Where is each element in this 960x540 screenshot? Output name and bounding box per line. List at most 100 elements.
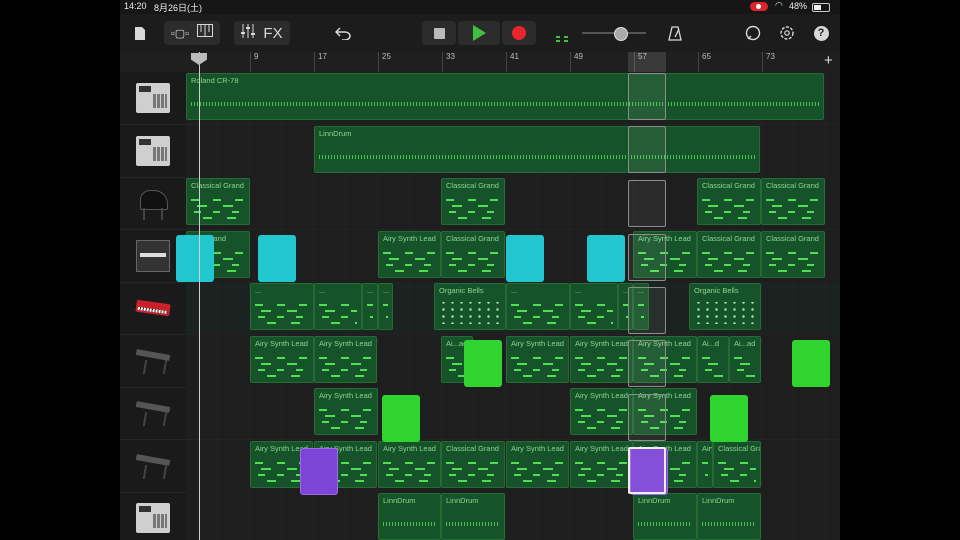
region[interactable]: ...: [250, 283, 314, 330]
region[interactable]: Airy Synth Lead: [506, 335, 569, 383]
region[interactable]: Classical Grand: [761, 230, 825, 278]
region[interactable]: Classical Grand: [186, 178, 250, 225]
browser-icon[interactable]: ▫▢▫: [171, 27, 189, 40]
region[interactable]: Airy Synth Lead: [314, 388, 378, 435]
record-button[interactable]: [502, 21, 536, 45]
track-lane[interactable]: Classical Grand Classical Grand Classical …: [186, 177, 840, 230]
track-lane[interactable]: ............ Organic Bells............ Org…: [186, 282, 840, 335]
cycle-slot[interactable]: [628, 340, 666, 387]
track-header[interactable]: [120, 125, 186, 178]
playhead[interactable]: [199, 52, 200, 540]
live-loop-cell[interactable]: [587, 235, 625, 282]
region[interactable]: Organic Bells: [434, 283, 506, 330]
region[interactable]: ...: [506, 283, 570, 330]
region[interactable]: Airy Synth Lead: [314, 335, 377, 383]
timeline-ruler[interactable]: 9 17 25 33 41 49 57 65 73: [120, 52, 840, 73]
help-icon[interactable]: ?: [810, 21, 832, 45]
region[interactable]: LinnDrum: [378, 493, 441, 540]
region[interactable]: ...: [378, 283, 393, 330]
cycle-slot[interactable]: [628, 126, 666, 173]
live-loop-cell[interactable]: [300, 448, 338, 495]
region[interactable]: Classical Grand: [441, 440, 505, 488]
region[interactable]: Classical Grand: [713, 440, 761, 488]
region-notes: [383, 522, 436, 526]
region[interactable]: Ai...ad: [729, 335, 761, 383]
cycle-slot[interactable]: [628, 234, 666, 281]
region[interactable]: ...: [362, 283, 378, 330]
cycle-slot[interactable]: [628, 73, 666, 120]
help-label: ?: [813, 25, 829, 41]
region-name: Organic Bells: [439, 286, 484, 295]
region[interactable]: Airy Synth Lead: [570, 388, 633, 435]
region[interactable]: Ai...d: [697, 335, 729, 383]
keyboard-icon[interactable]: [197, 24, 214, 42]
region-notes: [511, 354, 564, 377]
fx-button[interactable]: FX: [263, 25, 282, 42]
region[interactable]: Classical Grand: [441, 230, 505, 278]
track-header[interactable]: [120, 492, 186, 540]
live-loop-cell[interactable]: [382, 395, 420, 442]
region[interactable]: Airy Synth Lead: [378, 230, 441, 278]
selected-slot[interactable]: [628, 447, 666, 494]
track-header[interactable]: [120, 72, 186, 125]
live-loop-cell[interactable]: [506, 235, 544, 282]
live-loop-cell[interactable]: [258, 235, 296, 282]
metronome-icon[interactable]: [664, 21, 686, 45]
region[interactable]: LinnDrum: [697, 493, 761, 540]
track-header[interactable]: [120, 282, 186, 335]
tracks-area[interactable]: Roland CR-78 LinnDrum Classical Grand Class…: [186, 72, 840, 540]
live-loop-cell[interactable]: [176, 235, 214, 282]
live-loop-cell[interactable]: [792, 340, 830, 387]
region-name: ...: [575, 286, 582, 295]
track-header[interactable]: [120, 177, 186, 230]
region[interactable]: Organic Bells: [689, 283, 761, 330]
region[interactable]: Airy Synth Lead: [506, 440, 569, 488]
track-lane[interactable]: LinnDrum: [186, 124, 840, 178]
region[interactable]: ...: [570, 283, 618, 330]
region[interactable]: Airy Synth Lead: [570, 335, 633, 383]
region-notes: [702, 197, 756, 219]
region-notes: [383, 459, 436, 482]
track-header[interactable]: [120, 335, 186, 388]
track-lane[interactable]: Airy Synth Lead Airy Synth Lead Ai...ad Air…: [186, 334, 840, 388]
add-section-button[interactable]: +: [824, 52, 833, 69]
live-loop-cell[interactable]: [464, 340, 502, 387]
volume-slider[interactable]: [614, 27, 629, 41]
stop-icon: [433, 27, 445, 39]
synth-stand-icon: [136, 400, 170, 426]
region-notes: [383, 249, 436, 272]
loop-browser-icon[interactable]: [742, 21, 764, 45]
track-header[interactable]: [120, 387, 186, 440]
region[interactable]: Airy Synth Lead: [570, 440, 633, 488]
drum-machine-icon: [136, 83, 170, 113]
undo-icon[interactable]: [332, 21, 354, 45]
settings-icon[interactable]: [776, 21, 798, 45]
track-lane[interactable]: Roland CR-78: [186, 72, 840, 125]
region[interactable]: Classical Grand: [441, 178, 505, 225]
cycle-slot[interactable]: [628, 287, 666, 334]
region[interactable]: Classical Grand: [697, 178, 761, 225]
cycle-slot[interactable]: [628, 394, 666, 441]
track-lane[interactable]: Airy Synth Lead Airy Synth Lead Airy Synth…: [186, 439, 840, 493]
track-lane[interactable]: LinnDrum LinnDrum LinnDrum LinnDrum: [186, 492, 840, 540]
cycle-slot[interactable]: [628, 180, 666, 227]
stop-button[interactable]: [422, 21, 456, 45]
region[interactable]: Airy Synth Lead: [697, 440, 713, 488]
region[interactable]: Classical Grand: [761, 178, 825, 225]
region[interactable]: Airy Synth Lead: [378, 440, 441, 488]
region[interactable]: Classical Grand: [697, 230, 761, 278]
region[interactable]: ...: [314, 283, 362, 330]
mixer-icon[interactable]: [241, 23, 256, 43]
play-button[interactable]: [458, 21, 500, 45]
track-header[interactable]: [120, 440, 186, 493]
region-name: Ai...d: [702, 338, 720, 348]
region[interactable]: LinnDrum: [314, 125, 760, 173]
region[interactable]: Roland CR-78: [186, 73, 824, 120]
live-loop-cell[interactable]: [710, 395, 748, 442]
region-notes: [439, 302, 501, 324]
region[interactable]: LinnDrum: [633, 493, 697, 540]
region[interactable]: LinnDrum: [441, 493, 505, 540]
cycle-region[interactable]: [628, 52, 666, 72]
region[interactable]: Airy Synth Lead: [250, 335, 314, 383]
my-songs-icon[interactable]: [130, 21, 150, 45]
